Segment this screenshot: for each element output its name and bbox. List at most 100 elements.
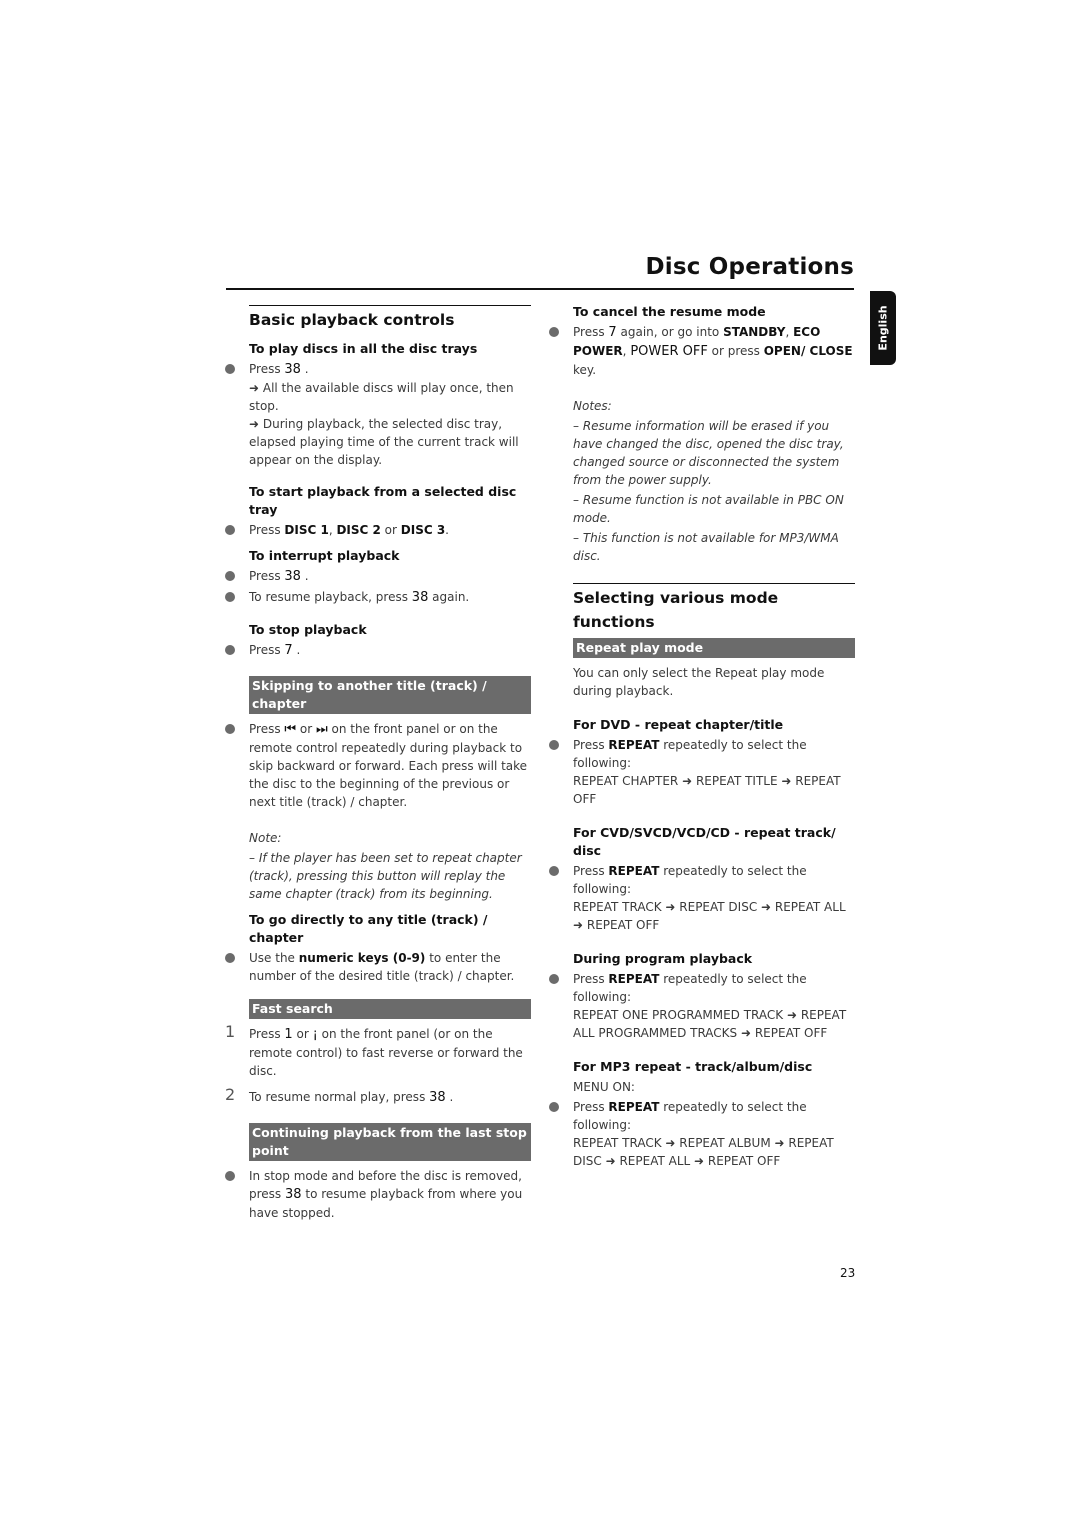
list-item: Press 7 again, or go into STANDBY, ECO P… [549,323,855,379]
text: . [300,569,309,583]
text: or [292,1027,313,1041]
bullet-icon [225,1171,235,1181]
bullet-icon [225,724,235,734]
list-item: Press 7 . [225,641,531,660]
title-rule [226,288,854,290]
language-tab-label: English [876,305,890,351]
heading-start-selected: To start playback from a selected disc t… [249,484,517,517]
disc2-key: DISC 2 [336,523,381,537]
bullet-icon [549,974,559,984]
bullet-icon [225,592,235,602]
heading-cancel-resume: To cancel the resume mode [573,304,766,319]
heading-interrupt: To interrupt playback [249,548,400,563]
note-text: – Resume information will be erased if y… [573,419,844,487]
note-text: – If the player has been set to repeat c… [249,851,522,901]
text: Use the [249,951,299,965]
heading-stop: To stop playback [249,622,367,637]
heading-dvd-repeat: For DVD - repeat chapter/title [573,717,784,732]
list-item: Press DISC 1, DISC 2 or DISC 3. [225,521,531,539]
repeat-key: REPEAT [608,864,660,878]
text: . [300,362,309,376]
play-pause-key: 38 [284,569,301,584]
play-pause-key: 38 [285,1187,302,1202]
text: Press [573,1100,609,1114]
left-column: Basic playback controls To play discs in… [225,305,531,1224]
next-track-icon: ⏭ [316,722,328,737]
step-number: 2 [225,1085,236,1104]
previous-track-icon: ⏮ [284,722,297,737]
section-rule [249,305,531,306]
bullet-icon [225,571,235,581]
page-number: 23 [840,1266,856,1280]
text: or [296,722,317,736]
disc3-key: DISC 3 [400,523,446,537]
heading-program-repeat: During program playback [573,951,753,966]
text: , [785,325,794,339]
list-item: Press 38 . ➜ All the available discs wil… [225,360,531,469]
power-off-key: POWER OFF [630,344,708,359]
text: or press [707,344,764,358]
text: Press [249,362,285,376]
language-tab: English [870,291,896,365]
section-rule [573,583,855,584]
repeat-sequence: REPEAT TRACK ➜ REPEAT ALBUM ➜ REPEAT DIS… [573,1136,834,1168]
section-title-basic-playback: Basic playback controls [249,311,455,329]
text: Press [573,864,609,878]
list-item: Press REPEAT repeatedly to select the fo… [549,736,855,808]
repeat-key: REPEAT [608,738,660,752]
text: Press [573,738,609,752]
section-bar-repeat: Repeat play mode [573,638,855,658]
play-pause-key: 38 [429,1090,446,1105]
text: Press [573,972,609,986]
bullet-icon [225,364,235,374]
list-item: Press ⏮ or ⏭ on the front panel or on th… [225,720,531,811]
list-item: Press 38 . [225,567,531,586]
section-title-mode-functions: Selecting various mode functions [573,589,779,631]
list-item: 2 To resume normal play, press 38 . [225,1086,531,1107]
text: To resume normal play, press [249,1090,430,1104]
repeat-sequence: REPEAT TRACK ➜ REPEAT DISC ➜ REPEAT ALL … [573,900,846,932]
bullet-icon [549,327,559,337]
note-text: – Resume function is not available in PB… [573,493,844,525]
bullet-icon [225,953,235,963]
section-bar-continuing: Continuing playback from the last stop p… [249,1123,531,1161]
section-bar-skipping: Skipping to another title (track) / chap… [249,676,531,714]
text: Press [573,325,609,339]
step-number: 1 [225,1022,236,1041]
text: . [445,1090,454,1104]
text: Press [249,643,285,657]
repeat-intro: You can only select the Repeat play mode… [573,666,825,698]
heading-direct: To go directly to any title (track) / ch… [249,912,488,945]
result-text: ➜ During playback, the selected disc tra… [249,417,519,467]
list-item: Press REPEAT repeatedly to select the fo… [549,970,855,1042]
right-column: To cancel the resume mode Press 7 again,… [549,303,855,1172]
text: . [292,643,301,657]
list-item: Press REPEAT repeatedly to select the fo… [549,862,855,934]
repeat-sequence: REPEAT CHAPTER ➜ REPEAT TITLE ➜ REPEAT O… [573,774,841,806]
text: Press [249,1027,285,1041]
text: . [445,523,449,537]
text: or [380,523,401,537]
play-pause-key: 38 [411,590,429,605]
disc1-key: DISC 1 [284,523,329,537]
play-pause-key: 38 [284,362,301,377]
repeat-key: REPEAT [608,1100,660,1114]
bullet-icon [549,740,559,750]
text: key. [573,363,597,377]
menu-on-label: MENU ON: [573,1080,635,1094]
page-title: Disc Operations [645,254,854,280]
list-item: 1 Press 1 or ¡ on the front panel (or on… [225,1023,531,1080]
bullet-icon [549,1102,559,1112]
text: To resume playback, press [249,590,412,604]
text: Press [249,569,285,583]
note-text: – This function is not available for MP3… [573,531,839,563]
list-item: To resume playback, press 38 again. [225,588,531,607]
list-item: Use the numeric keys (0-9) to enter the … [225,949,531,985]
bullet-icon [225,525,235,535]
notes-label: Notes: [573,399,612,413]
stop-key: 7 [608,325,617,340]
section-bar-fast-search: Fast search [249,999,531,1019]
open-close-key: OPEN/ CLOSE [763,344,853,358]
fast-reverse-icon: 1 [284,1027,293,1042]
numeric-keys: numeric keys (0-9) [298,951,426,965]
